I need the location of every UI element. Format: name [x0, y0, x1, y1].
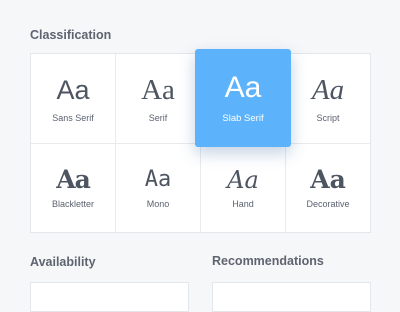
mono-label: Mono	[146, 199, 170, 209]
decorative-label: Decorative	[306, 199, 350, 209]
script-sample: Aa	[311, 74, 345, 106]
sans-serif-sample: Aa	[56, 75, 90, 105]
classification-heading: Classification	[30, 28, 112, 42]
sans-serif-label: Sans Serif	[52, 113, 94, 123]
slab-serif-label: Slab Serif	[222, 113, 264, 124]
classification-option-blackletter[interactable]: Aa Blackletter	[31, 144, 116, 232]
classification-option-mono[interactable]: Aa Mono	[116, 144, 201, 232]
availability-heading: Availability	[30, 255, 96, 269]
classification-option-script[interactable]: Aa Script	[286, 54, 370, 144]
blackletter-sample: Aa	[56, 165, 91, 194]
classification-option-slab-serif-selected[interactable]: Aa Slab Serif	[195, 49, 291, 147]
hand-sample: Aa	[227, 166, 259, 194]
decorative-sample: Aa	[310, 165, 346, 194]
recommendations-panel	[212, 282, 371, 312]
script-label: Script	[316, 113, 340, 123]
classification-option-sans-serif[interactable]: Aa Sans Serif	[31, 54, 116, 144]
serif-sample: Aa	[141, 74, 175, 106]
serif-label: Serif	[148, 113, 168, 123]
slab-serif-sample: Aa	[224, 71, 262, 104]
availability-panel	[30, 282, 189, 312]
hand-label: Hand	[232, 199, 254, 209]
classification-option-decorative[interactable]: Aa Decorative	[286, 144, 370, 232]
recommendations-heading: Recommendations	[212, 254, 324, 268]
blackletter-label: Blackletter	[51, 199, 95, 209]
mono-sample: Aa	[144, 167, 172, 192]
classification-option-serif[interactable]: Aa Serif	[116, 54, 201, 144]
classification-option-hand[interactable]: Aa Hand	[201, 144, 286, 232]
